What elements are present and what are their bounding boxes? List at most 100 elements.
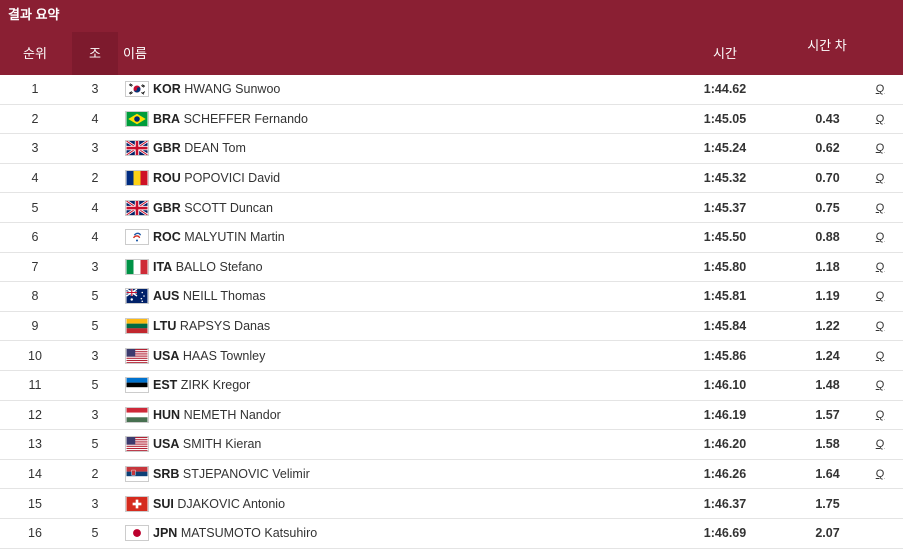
table-row[interactable]: 10 3 USA HAAS Townley 1:45.86 1.24 Q <box>0 341 903 371</box>
heat-cell: 4 <box>91 200 99 215</box>
qualified-mark: Q <box>875 320 885 333</box>
table-row[interactable]: 2 4 BRA SCHEFFER Fernando 1:45.05 0.43 Q <box>0 105 903 135</box>
rank-cell: 4 <box>31 171 39 186</box>
table-row[interactable]: 3 3 GBR DEAN Tom 1:45.24 0.62 Q <box>0 134 903 164</box>
ita-flag-icon <box>125 258 149 275</box>
time-cell: 1:45.50 <box>703 230 747 245</box>
heat-cell: 3 <box>91 348 99 363</box>
col-header-diff[interactable]: 시간 차 <box>807 38 847 54</box>
rank-cell: 1 <box>31 82 39 97</box>
rank-cell: 9 <box>31 319 39 334</box>
noc-code: LTU <box>153 319 177 334</box>
table-row[interactable]: 6 4 ROC MALYUTIN Martin 1:45.50 0.88 Q <box>0 223 903 253</box>
table-row[interactable]: 14 2 SRB STJEPANOVIC Velimir 1:46.26 1.64 Q <box>0 460 903 490</box>
srb-flag-icon <box>125 466 149 483</box>
heat-cell: 4 <box>91 230 99 245</box>
rank-cell: 3 <box>31 141 39 156</box>
time-cell: 1:46.37 <box>703 496 747 511</box>
qualified-mark: Q <box>875 201 885 214</box>
table-row[interactable]: 16 5 JPN MATSUMOTO Katsuhiro 1:46.69 2.07 <box>0 519 903 549</box>
noc-code: HUN <box>153 407 181 422</box>
qualified-mark: Q <box>875 408 885 421</box>
heat-cell: 4 <box>91 111 99 126</box>
time-cell: 1:45.86 <box>703 348 747 363</box>
table-row[interactable]: 4 2 ROU POPOVICI David 1:45.32 0.70 Q <box>0 164 903 194</box>
athlete-name[interactable]: ROU POPOVICI David <box>153 171 280 185</box>
athlete-name[interactable]: HUN NEMETH Nandor <box>153 408 281 422</box>
time-cell: 1:45.84 <box>703 319 747 334</box>
col-header-rank[interactable]: 순위 <box>10 46 60 62</box>
hun-flag-icon <box>125 406 149 423</box>
table-row[interactable]: 11 5 EST ZIRK Kregor 1:46.10 1.48 Q <box>0 371 903 401</box>
qualified-mark: Q <box>875 468 885 481</box>
usa-flag-icon <box>125 347 149 364</box>
gbr-flag-icon <box>125 140 149 157</box>
noc-code: AUS <box>153 289 180 304</box>
results-header: 결과 요약 순위 조 이름 시간 시간 차 <box>0 0 903 75</box>
noc-code: ROU <box>153 171 181 186</box>
athlete-name-text: STJEPANOVIC Velimir <box>182 467 310 482</box>
qualified-mark: Q <box>875 438 885 451</box>
diff-cell: 0.43 <box>815 111 840 126</box>
athlete-name[interactable]: KOR HWANG Sunwoo <box>153 82 280 96</box>
noc-code: ROC <box>153 230 181 245</box>
rank-cell: 10 <box>28 348 42 363</box>
noc-code: EST <box>153 378 178 393</box>
athlete-name[interactable]: USA HAAS Townley <box>153 349 265 363</box>
time-cell: 1:45.24 <box>703 141 747 156</box>
est-flag-icon <box>125 377 149 394</box>
noc-code: JPN <box>153 526 178 541</box>
table-row[interactable]: 12 3 HUN NEMETH Nandor 1:46.19 1.57 Q <box>0 401 903 431</box>
athlete-name[interactable]: GBR SCOTT Duncan <box>153 201 273 215</box>
diff-cell: 2.07 <box>815 526 840 541</box>
diff-cell: 1.48 <box>815 378 840 393</box>
col-header-time[interactable]: 시간 <box>690 46 760 62</box>
athlete-name-text: HWANG Sunwoo <box>184 82 281 97</box>
athlete-name[interactable]: ITA BALLO Stefano <box>153 260 263 274</box>
page-title: 결과 요약 <box>8 7 60 22</box>
time-cell: 1:45.05 <box>703 111 747 126</box>
rank-cell: 5 <box>31 200 39 215</box>
qualified-mark: Q <box>875 172 885 185</box>
table-row[interactable]: 15 3 SUI DJAKOVIC Antonio 1:46.37 1.75 <box>0 489 903 519</box>
heat-cell: 5 <box>91 378 99 393</box>
heat-cell: 3 <box>91 407 99 422</box>
athlete-name[interactable]: EST ZIRK Kregor <box>153 378 250 392</box>
athlete-name-text: DEAN Tom <box>184 141 246 156</box>
noc-code: SRB <box>153 467 180 482</box>
col-header-heat[interactable]: 조 <box>72 46 118 62</box>
athlete-name[interactable]: SRB STJEPANOVIC Velimir <box>153 467 310 481</box>
diff-cell: 0.75 <box>815 200 840 215</box>
table-row[interactable]: 8 5 AUS NEILL Thomas 1:45.81 1.19 Q <box>0 282 903 312</box>
athlete-name[interactable]: ROC MALYUTIN Martin <box>153 230 285 244</box>
athlete-name-text: HAAS Townley <box>182 348 266 363</box>
heat-cell: 5 <box>91 319 99 334</box>
table-row[interactable]: 7 3 ITA BALLO Stefano 1:45.80 1.18 Q <box>0 253 903 283</box>
time-cell: 1:45.80 <box>703 259 747 274</box>
athlete-name-text: ZIRK Kregor <box>180 378 251 393</box>
athlete-name[interactable]: GBR DEAN Tom <box>153 141 246 155</box>
athlete-name-text: SMITH Kieran <box>182 437 262 452</box>
noc-code: USA <box>153 348 180 363</box>
table-row[interactable]: 9 5 LTU RAPSYS Danas 1:45.84 1.22 Q <box>0 312 903 342</box>
aus-flag-icon <box>125 288 149 305</box>
table-row[interactable]: 13 5 USA SMITH Kieran 1:46.20 1.58 Q <box>0 430 903 460</box>
rank-cell: 11 <box>28 378 42 393</box>
table-row[interactable]: 1 3 KOR HWANG Sunwoo 1:44.62 Q <box>0 75 903 105</box>
heat-cell: 2 <box>91 171 99 186</box>
athlete-name[interactable]: USA SMITH Kieran <box>153 437 261 451</box>
table-row[interactable]: 5 4 GBR SCOTT Duncan 1:45.37 0.75 Q <box>0 193 903 223</box>
time-cell: 1:45.81 <box>703 289 747 304</box>
rank-cell: 12 <box>28 407 42 422</box>
athlete-name-text: NEILL Thomas <box>182 289 266 304</box>
col-header-name[interactable]: 이름 <box>123 46 147 62</box>
qualified-mark: Q <box>875 379 885 392</box>
athlete-name-text: SCHEFFER Fernando <box>183 111 308 126</box>
athlete-name[interactable]: BRA SCHEFFER Fernando <box>153 112 308 126</box>
athlete-name[interactable]: AUS NEILL Thomas <box>153 289 266 303</box>
heat-cell: 3 <box>91 82 99 97</box>
heat-cell: 2 <box>91 467 99 482</box>
athlete-name[interactable]: LTU RAPSYS Danas <box>153 319 270 333</box>
athlete-name[interactable]: JPN MATSUMOTO Katsuhiro <box>153 526 317 540</box>
athlete-name[interactable]: SUI DJAKOVIC Antonio <box>153 497 285 511</box>
